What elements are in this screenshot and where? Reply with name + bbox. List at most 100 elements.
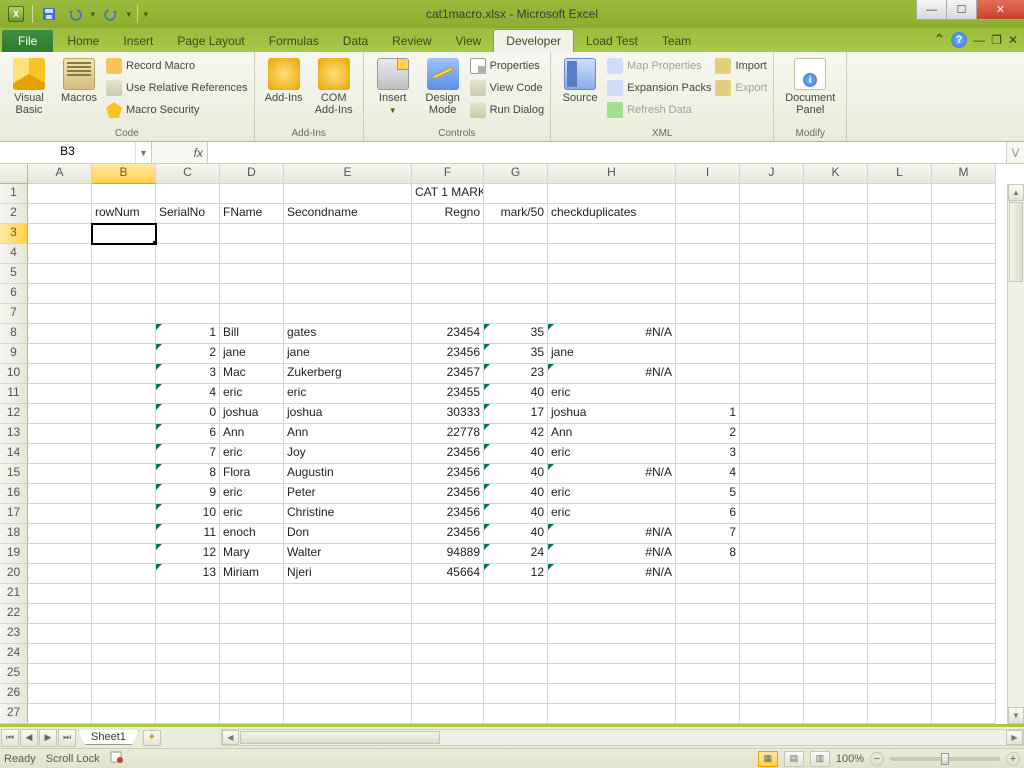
cell-J22[interactable] — [740, 604, 804, 624]
cell-F4[interactable] — [412, 244, 484, 264]
cell-B9[interactable] — [92, 344, 156, 364]
cell-K23[interactable] — [804, 624, 868, 644]
cell-I17[interactable]: 6 — [676, 504, 740, 524]
cell-G25[interactable] — [484, 664, 548, 684]
cell-M10[interactable] — [932, 364, 996, 384]
col-header-D[interactable]: D — [220, 164, 284, 184]
cell-D6[interactable] — [220, 284, 284, 304]
cell-E16[interactable]: Peter — [284, 484, 412, 504]
macro-record-icon[interactable] — [110, 750, 124, 767]
row-header-16[interactable]: 16 — [0, 484, 28, 504]
cell-C13[interactable]: 6 — [156, 424, 220, 444]
cell-H18[interactable]: #N/A — [548, 524, 676, 544]
cell-L22[interactable] — [868, 604, 932, 624]
cell-M13[interactable] — [932, 424, 996, 444]
cell-C20[interactable]: 13 — [156, 564, 220, 584]
cell-G17[interactable]: 40 — [484, 504, 548, 524]
cell-H20[interactable]: #N/A — [548, 564, 676, 584]
expansion-packs-button[interactable]: Expansion Packs — [607, 78, 711, 98]
row-header-23[interactable]: 23 — [0, 624, 28, 644]
cell-M14[interactable] — [932, 444, 996, 464]
cell-H10[interactable]: #N/A — [548, 364, 676, 384]
cell-L13[interactable] — [868, 424, 932, 444]
zoom-slider-thumb[interactable] — [941, 753, 949, 765]
cell-A10[interactable] — [28, 364, 92, 384]
cell-G15[interactable]: 40 — [484, 464, 548, 484]
cell-A7[interactable] — [28, 304, 92, 324]
cell-M7[interactable] — [932, 304, 996, 324]
cell-E13[interactable]: Ann — [284, 424, 412, 444]
cell-A11[interactable] — [28, 384, 92, 404]
cell-D16[interactable]: eric — [220, 484, 284, 504]
cell-L2[interactable] — [868, 204, 932, 224]
cell-A23[interactable] — [28, 624, 92, 644]
cell-L24[interactable] — [868, 644, 932, 664]
cell-I7[interactable] — [676, 304, 740, 324]
cell-H8[interactable]: #N/A — [548, 324, 676, 344]
cell-F8[interactable]: 23454 — [412, 324, 484, 344]
cell-F19[interactable]: 94889 — [412, 544, 484, 564]
cell-C19[interactable]: 12 — [156, 544, 220, 564]
tab-load-test[interactable]: Load Test — [574, 30, 650, 52]
cell-G9[interactable]: 35 — [484, 344, 548, 364]
cell-L14[interactable] — [868, 444, 932, 464]
cell-M1[interactable] — [932, 184, 996, 204]
tab-home[interactable]: Home — [55, 30, 111, 52]
cell-G12[interactable]: 17 — [484, 404, 548, 424]
cell-D14[interactable]: eric — [220, 444, 284, 464]
cell-C25[interactable] — [156, 664, 220, 684]
cell-H6[interactable] — [548, 284, 676, 304]
cell-D20[interactable]: Miriam — [220, 564, 284, 584]
insert-sheet-icon[interactable]: ✦ — [143, 730, 161, 746]
scroll-down-button[interactable]: ▼ — [1008, 707, 1024, 724]
cell-G10[interactable]: 23 — [484, 364, 548, 384]
cell-B12[interactable] — [92, 404, 156, 424]
cell-H7[interactable] — [548, 304, 676, 324]
cell-M8[interactable] — [932, 324, 996, 344]
cell-D3[interactable] — [220, 224, 284, 244]
cell-C14[interactable]: 7 — [156, 444, 220, 464]
cell-F10[interactable]: 23457 — [412, 364, 484, 384]
col-header-E[interactable]: E — [284, 164, 412, 184]
tab-data[interactable]: Data — [331, 30, 380, 52]
cell-B25[interactable] — [92, 664, 156, 684]
cell-L1[interactable] — [868, 184, 932, 204]
cell-F15[interactable]: 23456 — [412, 464, 484, 484]
cell-J5[interactable] — [740, 264, 804, 284]
cell-B2[interactable]: rowNum — [92, 204, 156, 224]
cell-H2[interactable]: checkduplicates — [548, 204, 676, 224]
row-header-25[interactable]: 25 — [0, 664, 28, 684]
cell-M15[interactable] — [932, 464, 996, 484]
cell-B16[interactable] — [92, 484, 156, 504]
cell-B5[interactable] — [92, 264, 156, 284]
cell-G19[interactable]: 24 — [484, 544, 548, 564]
insert-button[interactable]: Insert▼ — [370, 54, 416, 117]
cell-D8[interactable]: Bill — [220, 324, 284, 344]
cell-G6[interactable] — [484, 284, 548, 304]
cell-E21[interactable] — [284, 584, 412, 604]
tab-developer[interactable]: Developer — [493, 29, 574, 52]
cell-I19[interactable]: 8 — [676, 544, 740, 564]
cell-A8[interactable] — [28, 324, 92, 344]
cell-D15[interactable]: Flora — [220, 464, 284, 484]
row-header-6[interactable]: 6 — [0, 284, 28, 304]
cell-H12[interactable]: joshua — [548, 404, 676, 424]
properties-button[interactable]: Properties — [470, 56, 544, 76]
workbook-close-icon[interactable]: ✕ — [1008, 33, 1018, 47]
cell-H14[interactable]: eric — [548, 444, 676, 464]
cell-D13[interactable]: Ann — [220, 424, 284, 444]
cell-L20[interactable] — [868, 564, 932, 584]
redo-dropdown-icon[interactable]: ▼ — [125, 10, 133, 19]
cell-C22[interactable] — [156, 604, 220, 624]
minimize-button[interactable]: — — [916, 0, 946, 20]
tab-review[interactable]: Review — [380, 30, 443, 52]
cell-I11[interactable] — [676, 384, 740, 404]
cell-A19[interactable] — [28, 544, 92, 564]
cell-A22[interactable] — [28, 604, 92, 624]
cell-E26[interactable] — [284, 684, 412, 704]
cell-E15[interactable]: Augustin — [284, 464, 412, 484]
cell-B21[interactable] — [92, 584, 156, 604]
sheet-nav-prev-icon[interactable]: ◀ — [20, 729, 38, 747]
cell-C7[interactable] — [156, 304, 220, 324]
cell-D23[interactable] — [220, 624, 284, 644]
